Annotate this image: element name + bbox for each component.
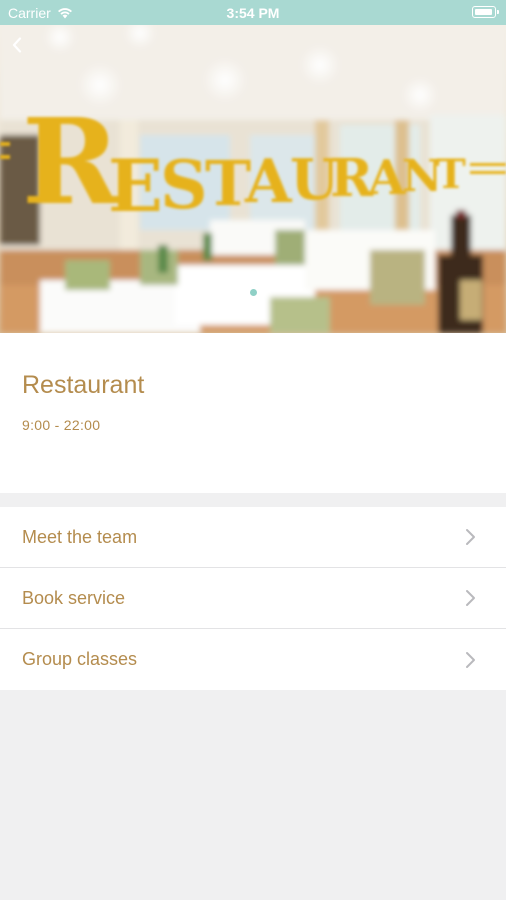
svg-text:A: A [367, 150, 406, 206]
venue-info-card: Restaurant 9:00 - 22:00 [0, 333, 506, 493]
chevron-left-icon [12, 37, 22, 53]
status-bar: Carrier 3:54 PM [0, 0, 506, 25]
menu-item-meet-the-team[interactable]: Meet the team [0, 507, 506, 568]
restaurant-photo: R E S T A U R A N T [0, 25, 506, 333]
page-dot-active[interactable] [249, 289, 257, 296]
menu-item-label: Meet the team [22, 526, 138, 547]
battery-icon [472, 6, 499, 18]
menu-item-group-classes[interactable]: Group classes [0, 629, 506, 690]
chevron-right-icon [466, 651, 475, 668]
chevron-right-icon [466, 590, 475, 606]
svg-text:T: T [436, 151, 466, 198]
hero-image: R E S T A U R A N T [0, 25, 506, 333]
svg-text:E: E [108, 143, 163, 228]
menu-item-label: Book service [22, 587, 126, 608]
status-time: 3:54 PM [226, 5, 280, 21]
menu-item-label: Group classes [22, 649, 138, 669]
menu-item-book-service[interactable]: Book service [0, 568, 506, 629]
venue-title: Restaurant [22, 371, 145, 399]
svg-text:R: R [22, 92, 121, 231]
page-indicator[interactable] [0, 289, 506, 296]
svg-text:S: S [160, 146, 208, 224]
svg-text:A: A [244, 147, 293, 217]
menu-list: Meet the team Book service Group classes [0, 507, 506, 690]
back-button[interactable] [12, 37, 38, 63]
chevron-right-icon [466, 529, 475, 545]
venue-hours: 9:00 - 22:00 [22, 417, 101, 433]
